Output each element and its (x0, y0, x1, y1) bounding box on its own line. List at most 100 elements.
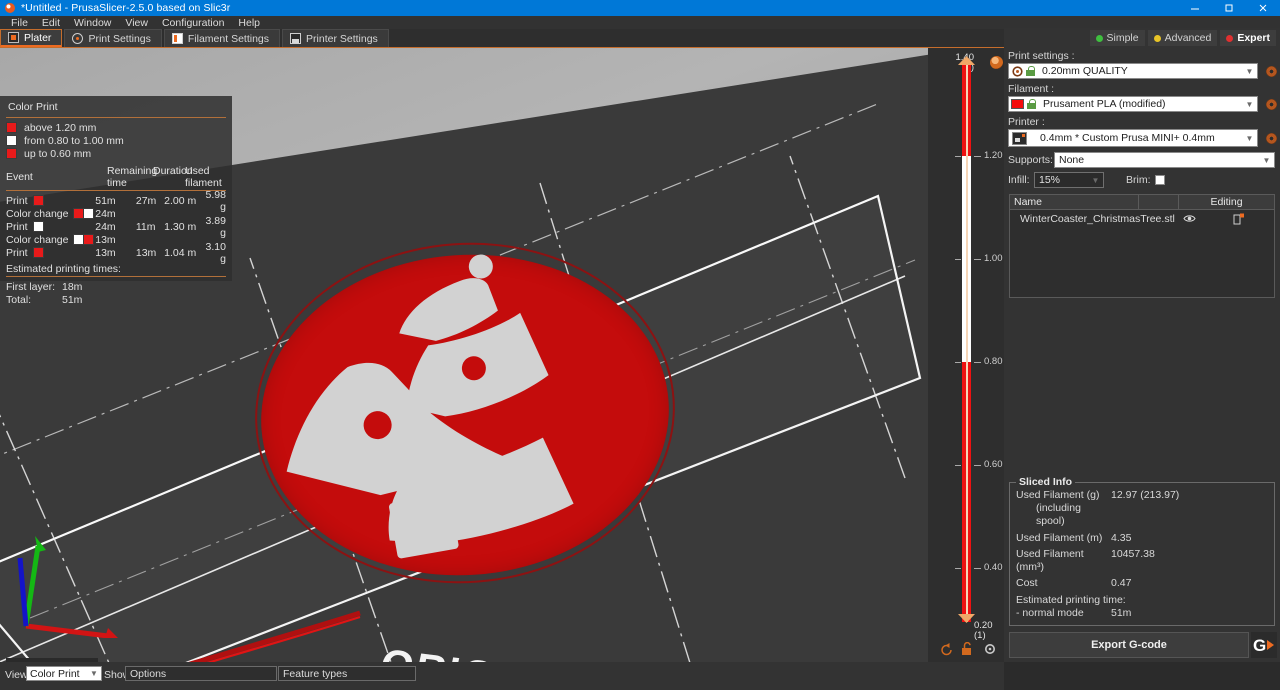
tab-plater[interactable]: Plater (0, 29, 63, 47)
filament-combo[interactable]: Prusament PLA (modified) ▼ (1008, 96, 1258, 112)
filament-color-swatch (1011, 99, 1024, 109)
revert-icon[interactable] (940, 642, 954, 656)
minimize-icon[interactable] (1178, 0, 1212, 16)
tab-plater-label: Plater (24, 31, 52, 44)
chevron-down-icon[interactable]: ▼ (1242, 134, 1257, 143)
layer-tick (974, 259, 981, 260)
tab-print-settings-label: Print Settings (88, 32, 151, 45)
column-visibility (1139, 195, 1179, 209)
menu-view[interactable]: View (118, 16, 155, 30)
color-print-legend: Color Print above 1.20 mm from 0.80 to 1… (0, 96, 232, 306)
legend-range-label: above 1.20 mm (24, 121, 97, 134)
infill-combo[interactable]: 15% ▼ (1034, 172, 1104, 188)
chevron-down-icon[interactable]: ▼ (87, 669, 101, 678)
right-sidebar: Simple Advanced Expert Print settings : … (1004, 28, 1280, 662)
sliced-info-value: 10457.38 (1111, 548, 1155, 560)
model-coaster[interactable] (243, 228, 687, 598)
preview-viewport[interactable]: ORIGINAL (0, 48, 928, 662)
legend-divider (6, 117, 226, 118)
legend-remaining: 24m (95, 220, 116, 233)
legend-col-usedfilament: Used filament (185, 165, 222, 189)
layer-slider-lower-thumb[interactable] (958, 614, 975, 623)
layer-tick (974, 465, 981, 466)
column-name: Name (1010, 195, 1139, 209)
filament-edit-icon[interactable] (1266, 99, 1277, 110)
legend-title: Color Print (8, 101, 58, 113)
chevron-down-icon[interactable]: ▼ (1242, 100, 1257, 109)
view-combo[interactable]: Color Print ▼ (26, 666, 102, 681)
gear-icon[interactable] (984, 643, 996, 655)
eye-icon[interactable] (1175, 214, 1204, 223)
legend-event-label: Print (6, 220, 28, 233)
menu-edit[interactable]: Edit (35, 16, 67, 30)
legend-range-0[interactable]: above 1.20 mm (6, 121, 226, 134)
layer-slider-guide (966, 62, 968, 622)
window-title: *Untitled - PrusaSlicer-2.5.0 based on S… (21, 2, 231, 14)
sliced-info-row: Used Filament (g) 12.97 (213.97) (1016, 489, 1270, 502)
sliced-info-value: 0.47 (1111, 577, 1132, 589)
legend-col-event: Event (6, 171, 33, 183)
supports-combo[interactable]: None ▼ (1054, 152, 1275, 168)
legend-used-g: 3.10 g (205, 240, 226, 265)
mode-advanced[interactable]: Advanced (1147, 30, 1218, 46)
brim-checkbox[interactable] (1154, 175, 1165, 185)
layer-tick-label: 1.20 (984, 150, 1003, 161)
sliced-info-panel: Sliced Info Used Filament (g) 12.97 (213… (1009, 476, 1275, 626)
legend-range-1[interactable]: from 0.80 to 1.00 mm (6, 134, 226, 147)
view-label: View (5, 669, 28, 681)
tab-printer-settings-label: Printer Settings (306, 32, 378, 45)
edit-layers-icon[interactable] (1204, 213, 1274, 225)
prusaslicer-window: *Untitled - PrusaSlicer-2.5.0 based on S… (0, 0, 1280, 690)
layer-tick-label: 1.00 (984, 253, 1003, 264)
layer-tick-label: 0.80 (984, 356, 1003, 367)
sliced-info-row: Used Filament (m) 4.35 (1016, 532, 1270, 545)
chevron-down-icon[interactable]: ▼ (1242, 67, 1257, 76)
gcode-viewer-icon[interactable]: G (1251, 632, 1277, 658)
printer-edit-icon[interactable] (1266, 133, 1277, 144)
export-gcode-label: Export G-code (1091, 639, 1167, 651)
mode-simple[interactable]: Simple (1089, 30, 1145, 46)
print-settings-edit-icon[interactable] (1266, 66, 1277, 77)
object-list[interactable]: Name Editing WinterCoaster_ChristmasTree… (1009, 194, 1275, 298)
print-settings-combo[interactable]: 0.20mm QUALITY ▼ (1008, 63, 1258, 79)
legend-row: Print 24m 11m 1.30 m 3.89 g (6, 215, 226, 239)
printer-combo[interactable]: 0.4mm * Custom Prusa MINI+ 0.4mm ▼ (1008, 129, 1258, 147)
printer-value: 0.4mm * Custom Prusa MINI+ 0.4mm (1040, 132, 1215, 144)
legend-total-row: Total: 51m (6, 293, 226, 306)
table-row[interactable]: WinterCoaster_ChristmasTree.stl (1010, 210, 1274, 227)
close-icon[interactable] (1246, 0, 1280, 16)
menu-help[interactable]: Help (231, 16, 267, 30)
export-gcode-button[interactable]: Export G-code (1009, 632, 1249, 658)
tab-print-settings[interactable]: Print Settings (64, 29, 162, 47)
title-bar: *Untitled - PrusaSlicer-2.5.0 based on S… (0, 0, 1280, 16)
menu-window[interactable]: Window (67, 16, 118, 30)
first-layer-value: 18m (62, 280, 83, 293)
chevron-down-icon[interactable]: ▼ (1088, 176, 1103, 185)
legend-col-remaining: Remaining time (107, 165, 158, 189)
feature-types-box[interactable]: Feature types (278, 666, 416, 681)
chevron-down-icon[interactable]: ▼ (1259, 156, 1274, 165)
tab-filament-settings[interactable]: Filament Settings (163, 29, 281, 47)
tab-printer-settings[interactable]: Printer Settings (282, 29, 389, 47)
unlocked-icon[interactable] (960, 642, 973, 656)
menu-file[interactable]: File (4, 16, 35, 30)
legend-range-2[interactable]: up to 0.60 mm (6, 147, 226, 160)
sliced-info-key: Cost (1016, 577, 1038, 589)
object-list-header: Name Editing (1010, 195, 1274, 210)
legend-remaining: 13m (95, 246, 116, 259)
legend-remaining: 24m (95, 207, 116, 220)
options-box[interactable]: Options (125, 666, 277, 681)
object-name: WinterCoaster_ChristmasTree.stl (1020, 212, 1175, 225)
layer-tick (974, 568, 981, 569)
column-editing: Editing (1210, 196, 1243, 208)
printer-icon (1012, 131, 1027, 145)
mode-switcher: Simple Advanced Expert (1004, 28, 1280, 49)
add-color-change-icon[interactable] (990, 56, 1003, 69)
legend-used-m: 1.04 m (164, 246, 197, 259)
legend-used-g: 3.89 g (205, 214, 226, 239)
menu-configuration[interactable]: Configuration (155, 16, 231, 30)
layer-slider[interactable]: 1.40 (7) 1.20 1.00 0.80 0.60 0.40 0.20 (… (928, 48, 1004, 662)
maximize-icon[interactable] (1212, 0, 1246, 16)
layer-tick (955, 362, 961, 363)
mode-expert[interactable]: Expert (1220, 30, 1276, 46)
